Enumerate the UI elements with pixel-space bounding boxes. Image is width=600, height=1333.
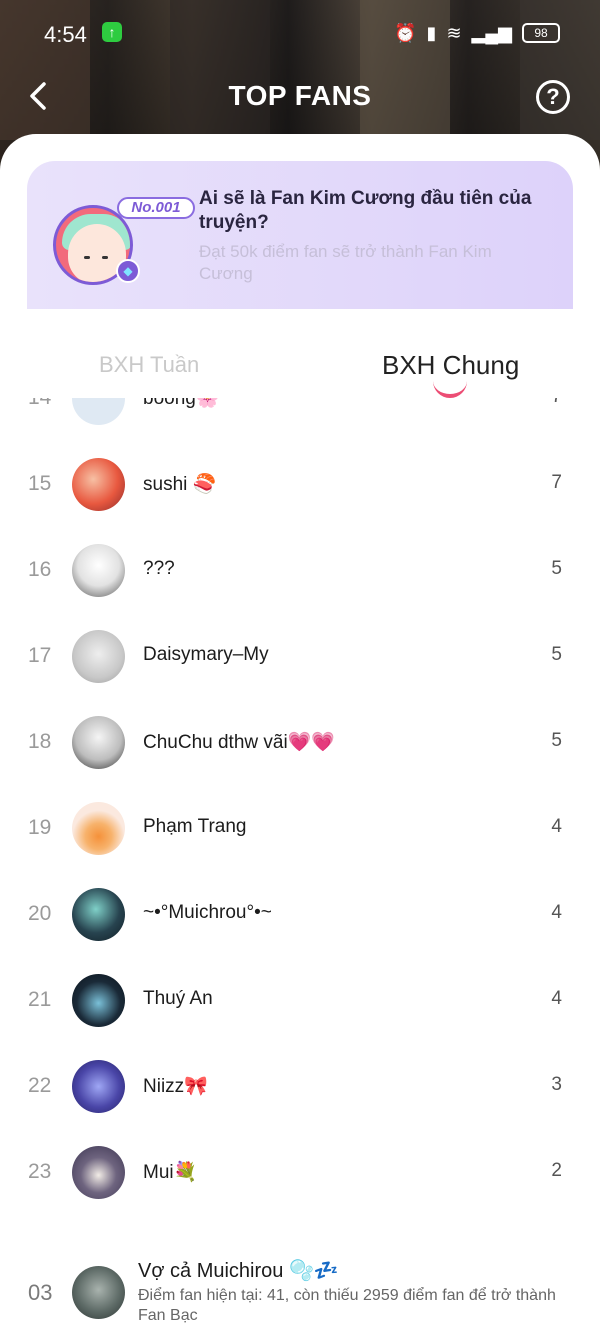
rank-number: 23 xyxy=(28,1160,52,1183)
status-time: 4:54 xyxy=(44,22,87,47)
fan-score: 7 xyxy=(551,472,562,493)
fan-score: 4 xyxy=(551,816,562,837)
avatar-eye xyxy=(102,256,108,259)
diamond-icon: ◆ xyxy=(116,259,140,283)
list-item[interactable]: 17 Daisymary–My 5 xyxy=(0,614,600,700)
fan-name: Thuý An xyxy=(143,988,213,1009)
fan-name: sushi 🍣 xyxy=(143,474,217,495)
banner-title: Ai sẽ là Fan Kim Cương đầu tiên của truy… xyxy=(199,188,532,233)
avatar-eye xyxy=(84,256,90,259)
page-title: TOP FANS xyxy=(228,80,372,111)
avatar xyxy=(72,1146,125,1199)
avatar xyxy=(72,802,125,855)
rank-number: 20 xyxy=(28,902,52,925)
fan-score: 2 xyxy=(551,1160,562,1181)
avatar xyxy=(72,458,125,511)
my-fan-progress: Điểm fan hiện tại: 41, còn thiếu 2959 đi… xyxy=(138,1287,556,1324)
list-item[interactable]: 23 Mui💐 2 xyxy=(0,1130,600,1216)
avatar xyxy=(72,716,125,769)
list-item[interactable]: 15 sushi 🍣 7 xyxy=(0,442,600,528)
rank-number: 15 xyxy=(28,472,52,495)
rank-number: 19 xyxy=(28,816,52,839)
rank-number: 17 xyxy=(28,644,52,667)
battery-icon: 98 xyxy=(522,23,560,43)
help-button[interactable]: ? xyxy=(536,80,570,114)
my-rank-row[interactable]: 03 Vợ cả Muichirou 🫧💤 Điểm fan hiện tại:… xyxy=(0,1240,600,1333)
fan-score: 4 xyxy=(551,988,562,1009)
my-rank-number: 03 xyxy=(28,1280,53,1305)
fan-score: 4 xyxy=(551,902,562,923)
diamond-fan-banner[interactable]: ◆ No.001 Ai sẽ là Fan Kim Cương đầu tiên… xyxy=(27,161,573,309)
alarm-icon: ⏰ xyxy=(394,23,417,43)
my-avatar xyxy=(72,1266,125,1319)
list-item[interactable]: 14 boong🌸 7 xyxy=(0,398,600,442)
list-item[interactable]: 21 Thuý An 4 xyxy=(0,958,600,1044)
avatar xyxy=(72,630,125,683)
status-icons: ⏰ ▮ ≋ ▂▄▆ 98 xyxy=(394,22,560,44)
fan-name: Mui💐 xyxy=(143,1162,198,1183)
signal-icon: ▂▄▆ xyxy=(471,23,512,43)
fan-name: Niizz🎀 xyxy=(143,1076,208,1097)
fan-name: Phạm Trang xyxy=(143,816,247,837)
content-sheet: ◆ No.001 Ai sẽ là Fan Kim Cương đầu tiên… xyxy=(0,134,600,1333)
rank-number: 21 xyxy=(28,988,52,1011)
rank-number: 16 xyxy=(28,558,52,581)
avatar xyxy=(72,974,125,1027)
status-bar: 4:54 ↑ ⏰ ▮ ≋ ▂▄▆ 98 xyxy=(0,0,600,64)
fan-score: 5 xyxy=(551,730,562,751)
fan-name: ??? xyxy=(143,558,175,579)
rank-tag: No.001 xyxy=(117,197,195,219)
rank-number: 14 xyxy=(28,398,51,410)
active-tab-indicator xyxy=(433,380,467,398)
list-item[interactable]: 16 ??? 5 xyxy=(0,528,600,614)
fan-name: Daisymary–My xyxy=(143,644,269,665)
fan-score: 5 xyxy=(551,644,562,665)
fan-name: ChuChu dthw vãi💗💗 xyxy=(143,732,336,753)
banner-subtitle: Đạt 50k điểm fan sẽ trở thành Fan Kim Cư… xyxy=(199,242,492,283)
tab-weekly-ranking[interactable]: BXH Tuần xyxy=(99,352,199,378)
avatar xyxy=(72,544,125,597)
avatar xyxy=(72,888,125,941)
wifi-icon: ≋ xyxy=(446,23,462,43)
question-circle-icon: ? xyxy=(546,84,560,109)
fan-score: 5 xyxy=(551,558,562,579)
rank-number: 22 xyxy=(28,1074,52,1097)
list-item[interactable]: 18 ChuChu dthw vãi💗💗 5 xyxy=(0,700,600,786)
fan-score: 3 xyxy=(551,1074,562,1095)
vibrate-icon: ▮ xyxy=(426,23,437,43)
rank-number: 18 xyxy=(28,730,52,753)
avatar xyxy=(72,398,125,425)
avatar xyxy=(72,1060,125,1113)
list-item[interactable]: 19 Phạm Trang 4 xyxy=(0,786,600,872)
fan-name: boong🌸 xyxy=(143,398,220,409)
my-name: Vợ cả Muichirou 🫧💤 xyxy=(138,1260,339,1282)
upload-icon: ↑ xyxy=(102,22,122,42)
list-item[interactable]: 22 Niizz🎀 3 xyxy=(0,1044,600,1130)
list-item[interactable]: 20 ~•°Muichrou°•~ 4 xyxy=(0,872,600,958)
fan-ranking-list[interactable]: 14 boong🌸 7 15 sushi 🍣 7 16 ??? 5 17 Dai… xyxy=(0,398,600,1243)
fan-name: ~•°Muichrou°•~ xyxy=(143,902,272,923)
tab-overall-ranking[interactable]: BXH Chung xyxy=(382,350,519,381)
fan-score: 7 xyxy=(551,398,562,408)
